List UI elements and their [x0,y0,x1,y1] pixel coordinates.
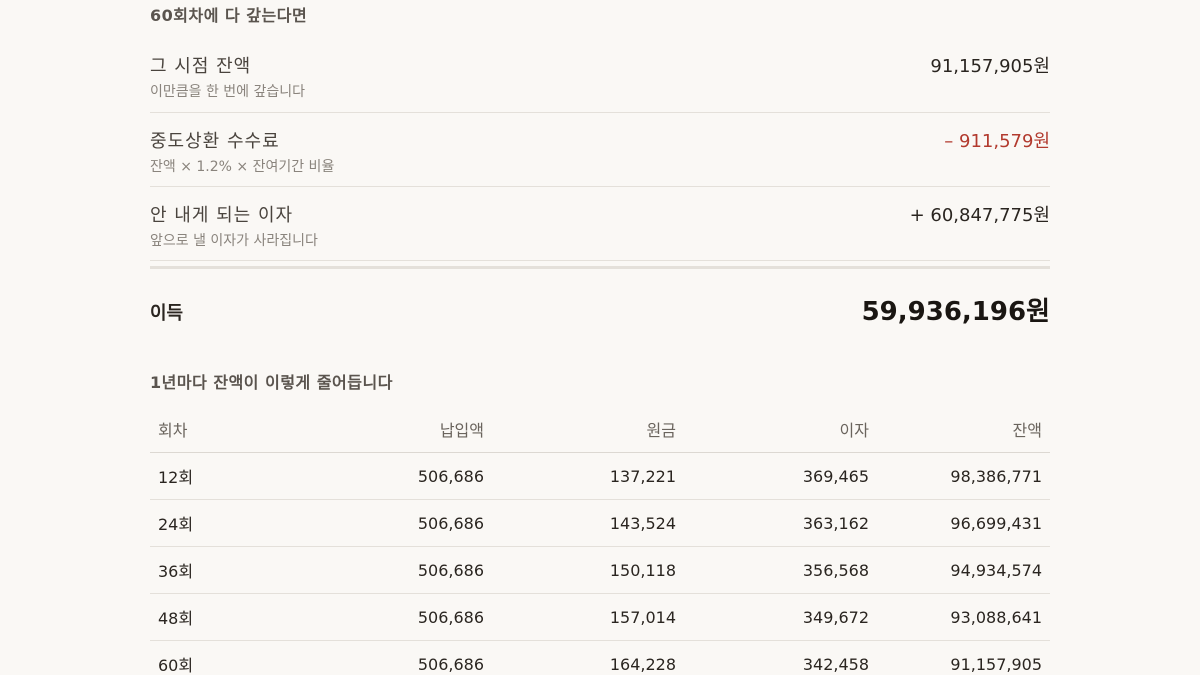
fee-sub: 잔액 × 1.2% × 잔여기간 비율 [150,159,335,175]
table-row: 36회 506,686 150,118 356,568 94,934,574 [150,546,1050,594]
table-row: 12회 506,686 137,221 369,465 98,386,771 [150,452,1050,500]
cell-balance: 91,157,905 [877,640,1050,675]
fee-label: 중도상환 수수료 [150,131,280,152]
cell-installment: 24회 [150,499,286,547]
balance-amount: 91,157,905원 [930,56,1050,77]
header-payment: 납입액 [286,406,492,453]
cell-installment: 12회 [150,452,286,500]
cell-payment: 506,686 [286,593,492,641]
balance-row: 그 시점 잔액 이만큼을 한 번에 갚습니다 91,157,905원 [150,38,1050,113]
table-row: 48회 506,686 157,014 349,672 93,088,641 [150,593,1050,641]
cell-installment: 36회 [150,546,286,594]
profit-amount: 59,936,196원 [861,297,1050,327]
cell-interest: 363,162 [684,499,877,547]
cell-installment: 48회 [150,593,286,641]
header-installment: 회차 [150,406,286,453]
cell-principal: 143,524 [492,499,684,547]
cell-payment: 506,686 [286,499,492,547]
schedule-title: 1년마다 잔액이 이렇게 줄어듭니다 [150,373,393,392]
cell-principal: 137,221 [492,452,684,500]
profit-row: 이득 59,936,196원 [150,269,1050,349]
table-row: 60회 506,686 164,228 342,458 91,157,905 [150,640,1050,675]
balance-sub: 이만큼을 한 번에 갚습니다 [150,84,306,100]
cell-principal: 150,118 [492,546,684,594]
balance-label: 그 시점 잔액 [150,56,252,77]
cell-interest: 342,458 [684,640,877,675]
profit-label: 이득 [150,303,184,324]
cell-installment: 60회 [150,640,286,675]
saved-interest-sub: 앞으로 낼 이자가 사라집니다 [150,233,318,249]
header-interest: 이자 [684,406,877,453]
cell-payment: 506,686 [286,546,492,594]
payoff-breakdown: 그 시점 잔액 이만큼을 한 번에 갚습니다 91,157,905원 중도상환 … [150,38,1050,349]
cell-balance: 93,088,641 [877,593,1050,641]
schedule-table: 회차 납입액 원금 이자 잔액 12회 506,686 137,221 369,… [150,406,1050,675]
saved-interest-amount: + 60,847,775원 [909,205,1050,226]
saved-interest-row: 안 내게 되는 이자 앞으로 낼 이자가 사라집니다 + 60,847,775원 [150,187,1050,261]
cell-principal: 164,228 [492,640,684,675]
summary-title: 60회차에 다 갚는다면 [150,6,308,25]
fee-row: 중도상환 수수료 잔액 × 1.2% × 잔여기간 비율 – 911,579원 [150,113,1050,187]
header-balance: 잔액 [877,406,1050,453]
cell-payment: 506,686 [286,640,492,675]
cell-interest: 369,465 [684,452,877,500]
cell-interest: 349,672 [684,593,877,641]
table-header-row: 회차 납입액 원금 이자 잔액 [150,406,1050,453]
cell-payment: 506,686 [286,452,492,500]
cell-balance: 96,699,431 [877,499,1050,547]
table-row: 24회 506,686 143,524 363,162 96,699,431 [150,499,1050,547]
cell-principal: 157,014 [492,593,684,641]
saved-interest-label: 안 내게 되는 이자 [150,205,294,226]
cell-balance: 98,386,771 [877,452,1050,500]
fee-amount: – 911,579원 [944,131,1050,152]
cell-interest: 356,568 [684,546,877,594]
header-principal: 원금 [492,406,684,453]
cell-balance: 94,934,574 [877,546,1050,594]
